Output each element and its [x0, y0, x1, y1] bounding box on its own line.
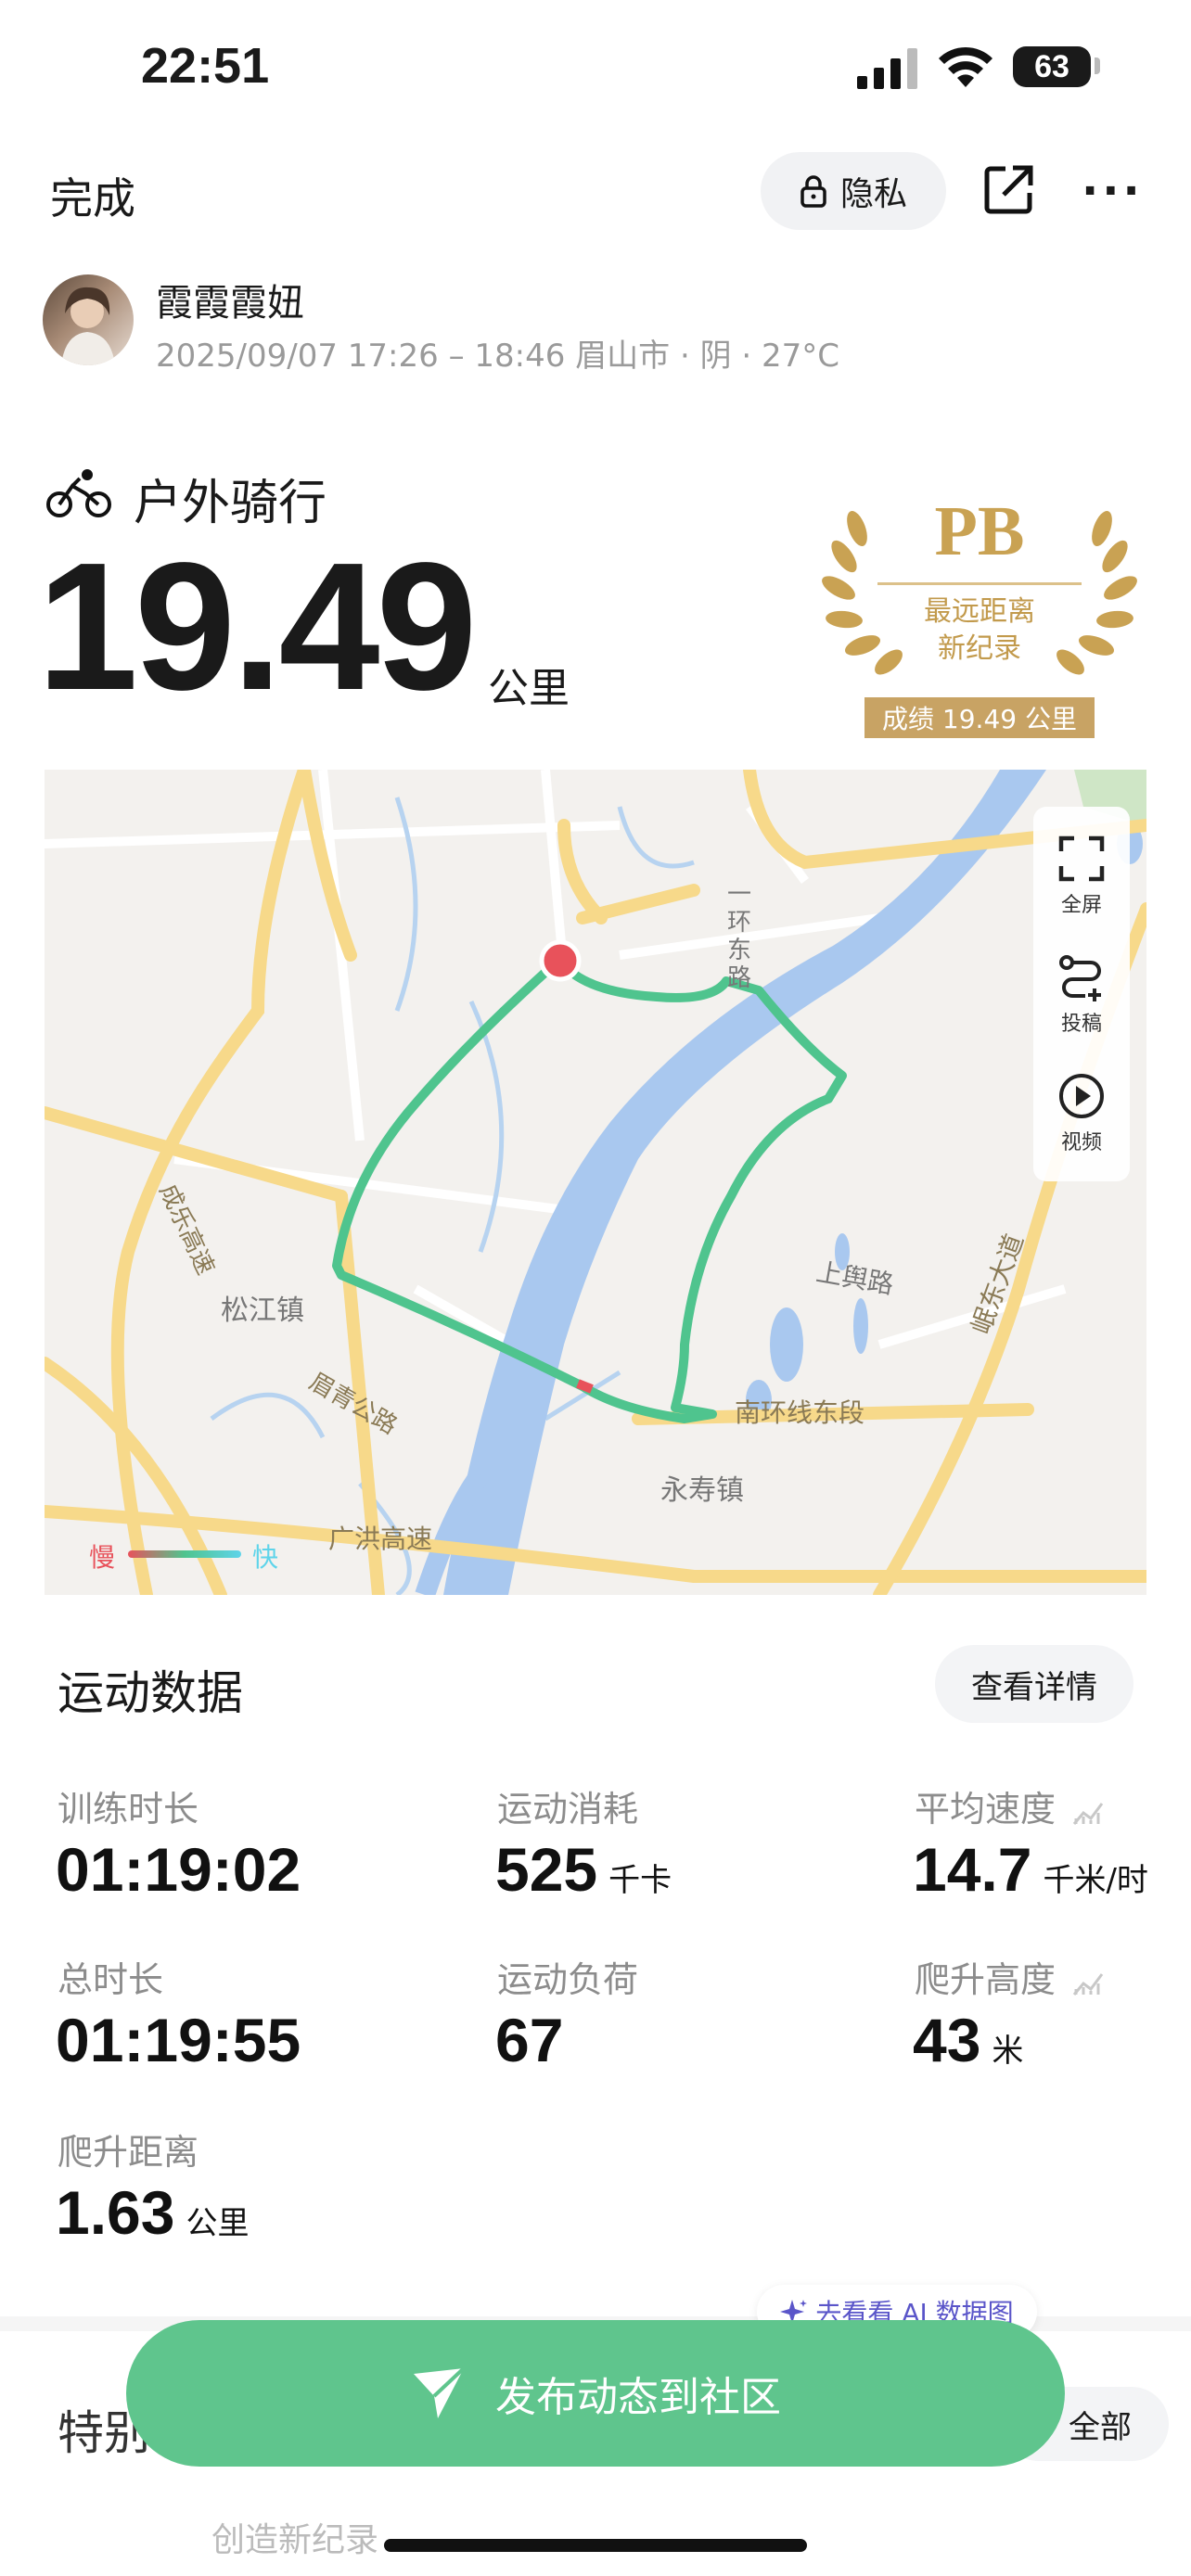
legend-slow-label: 慢	[89, 1542, 116, 1573]
bicycle-icon	[46, 469, 111, 517]
stat-unit-elevation-gain: 米	[992, 2033, 1024, 2070]
fullscreen-icon	[1058, 835, 1105, 882]
legend-fast-label: 快	[252, 1542, 279, 1573]
stat-value-avg-speed: 14.7 千米/时	[913, 1835, 1148, 1904]
privacy-button[interactable]: 隐私	[761, 152, 946, 230]
wifi-icon	[939, 46, 992, 87]
send-icon	[414, 2366, 466, 2418]
map-toolbar: 全屏 投稿 视频	[1033, 807, 1130, 1181]
stat-value-climb-distance: 1.63 公里	[56, 2178, 250, 2247]
stat-label-calories: 运动消耗	[497, 1789, 639, 1830]
avatar[interactable]	[43, 274, 134, 365]
pb-line2: 新纪录	[938, 632, 1021, 665]
home-indicator[interactable]	[384, 2539, 807, 2552]
stat-label-training-time: 训练时长	[58, 1789, 199, 1830]
pb-title: PB	[934, 492, 1025, 570]
trend-chart-icon	[1072, 1802, 1104, 1825]
video-button[interactable]: 视频	[1033, 1072, 1130, 1155]
map-label-nanhuan: 南环线东段	[735, 1397, 865, 1428]
publish-label: 发布动态到社区	[495, 2374, 781, 2421]
status-time: 22:51	[141, 38, 270, 94]
publish-to-community-button[interactable]: 发布动态到社区	[126, 2320, 1065, 2467]
done-button[interactable]: 完成	[50, 165, 135, 226]
stat-value-elevation-gain: 43 米	[913, 2006, 1024, 2074]
route-submit-button[interactable]: 投稿	[1033, 953, 1130, 1037]
stat-label-total-time: 总时长	[58, 1959, 164, 2000]
stat-value-calories: 525 千卡	[495, 1835, 672, 1904]
fullscreen-button[interactable]: 全屏	[1033, 835, 1130, 918]
battery-indicator: 63	[1013, 46, 1091, 87]
stat-unit-calories: 千卡	[608, 1862, 672, 1899]
stat-label-avg-speed: 平均速度	[915, 1780, 1104, 1831]
map-label-guanghong: 广洪高速	[328, 1524, 433, 1554]
lock-icon	[800, 175, 826, 208]
stat-label-elevation-gain: 爬升高度	[915, 1951, 1104, 2002]
route-map[interactable]: 一环东路 松江镇 成乐高速 眉青公路 广洪高速 永寿镇 南环线东段 上舆路 岷东…	[45, 770, 1146, 1595]
stat-value-training-time: 01:19:02	[56, 1835, 301, 1904]
distance-unit: 公里	[488, 665, 570, 712]
stats-section-title: 运动数据	[58, 1666, 243, 1720]
map-canvas	[45, 770, 1146, 1595]
cellular-signal-icon	[857, 48, 917, 89]
more-options-icon[interactable]: ···	[1082, 169, 1144, 213]
stat-value-training-load: 67	[495, 2006, 564, 2074]
play-icon	[1059, 1074, 1104, 1118]
trend-chart-icon	[1072, 1972, 1104, 1996]
map-label-yongshou: 永寿镇	[660, 1474, 744, 1507]
share-icon[interactable]	[983, 163, 1035, 215]
fullscreen-label: 全屏	[1060, 894, 1102, 917]
pb-result-badge: 成绩 19.49 公里	[864, 697, 1095, 738]
stat-label-climb-distance: 爬升距离	[58, 2132, 199, 2173]
stat-unit-avg-speed: 千米/时	[1043, 1862, 1148, 1899]
activity-meta: 2025/09/07 17:26 – 18:46 眉山市 · 阴 · 27°C	[156, 338, 840, 375]
view-details-button[interactable]: 查看详情	[935, 1645, 1133, 1723]
battery-tip	[1095, 57, 1100, 74]
map-label-ring-road: 一环东路	[727, 881, 752, 992]
route-icon	[1059, 955, 1101, 1001]
route-submit-label: 投稿	[1060, 1013, 1102, 1036]
stat-label-training-load: 运动负荷	[497, 1959, 639, 2000]
stat-value-total-time: 01:19:55	[56, 2006, 301, 2074]
user-name[interactable]: 霞霞霞妞	[156, 273, 304, 326]
distance-value: 19.49	[37, 525, 477, 728]
map-label-songjiang: 松江镇	[221, 1294, 304, 1327]
new-record-item[interactable]: 创造新纪录	[211, 2513, 378, 2561]
pb-line1: 最远距离	[924, 595, 1035, 628]
video-label: 视频	[1060, 1131, 1102, 1154]
pb-divider	[877, 582, 1082, 585]
pb-award[interactable]: PB 最远距离 新纪录 成绩 19.49 公里	[816, 491, 1143, 742]
activity-type: 户外骑行	[134, 476, 327, 531]
stat-unit-climb-distance: 公里	[186, 2205, 250, 2242]
privacy-label: 隐私	[839, 175, 907, 213]
pb-subtitle: 最远距离 新纪录	[816, 593, 1143, 668]
